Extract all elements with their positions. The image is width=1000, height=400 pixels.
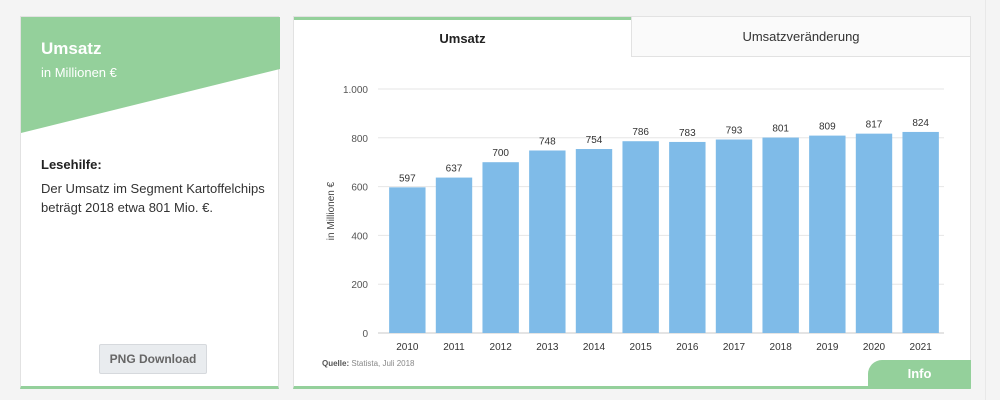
bar-value-label: 754	[586, 135, 603, 146]
bar	[902, 131, 939, 333]
bar	[529, 150, 566, 333]
bar	[762, 137, 799, 333]
bar	[575, 149, 613, 333]
bar	[669, 141, 706, 333]
reading-help-text: Der Umsatz im Segment Kartoffelchips bet…	[41, 181, 265, 215]
x-tick-label: 2017	[723, 342, 746, 353]
y-tick-label: 400	[351, 231, 368, 242]
x-tick-label: 2011	[443, 342, 465, 353]
bar-chart: 0 200 400 600 800 1.000 in Millionen € 597 2010 6…	[326, 85, 944, 353]
bar-value-label: 824	[912, 118, 929, 129]
y-tick-label: 1.000	[343, 85, 368, 96]
bar	[482, 162, 519, 333]
source-note: Quelle: Statista, Juli 2018	[322, 359, 415, 368]
bar	[809, 135, 846, 333]
bar-value-label: 783	[679, 128, 696, 139]
x-tick-label: 2015	[630, 342, 653, 353]
x-tick-label: 2016	[676, 342, 699, 353]
y-tick-label: 200	[351, 280, 368, 291]
x-tick-label: 2019	[816, 342, 839, 353]
bar	[435, 177, 473, 333]
panel-title: Umsatz	[41, 39, 102, 58]
bar-value-label: 700	[492, 148, 509, 159]
y-tick-label: 800	[351, 134, 368, 145]
page-edge	[985, 0, 1000, 400]
bar-value-label: 793	[726, 126, 743, 137]
x-tick-label: 2020	[863, 342, 886, 353]
chart-card: Umsatz Umsatzveränderung 0 200 400 600 800 1.…	[293, 16, 971, 389]
bar-value-label: 597	[399, 173, 416, 184]
y-axis-title: in Millionen €	[326, 181, 337, 240]
bar-value-label: 748	[539, 136, 556, 147]
bar-value-label: 801	[772, 124, 789, 135]
info-button[interactable]: Info	[868, 360, 971, 388]
y-tick-label: 600	[351, 183, 368, 194]
bar-value-label: 637	[446, 164, 463, 175]
x-tick-label: 2013	[536, 342, 559, 353]
reading-help-title: Lesehilfe:	[41, 157, 102, 172]
x-tick-label: 2012	[490, 342, 513, 353]
y-tick-label: 0	[362, 329, 368, 340]
x-tick-label: 2014	[583, 342, 606, 353]
bar-value-label: 786	[632, 127, 649, 138]
x-tick-label: 2021	[910, 342, 933, 353]
x-tick-label: 2018	[770, 342, 793, 353]
bar-value-label: 809	[819, 122, 836, 133]
chart-info-panel: Umsatz in Millionen € Lesehilfe: Der Ums…	[20, 16, 280, 389]
source-text: Statista, Juli 2018	[351, 359, 415, 368]
x-tick-label: 2010	[396, 342, 419, 353]
bar	[715, 139, 753, 333]
bar	[622, 141, 659, 333]
bar	[389, 187, 426, 333]
bar	[855, 133, 893, 333]
panel-subtitle: in Millionen €	[41, 65, 117, 80]
source-label: Quelle:	[322, 359, 350, 368]
bar-value-label: 817	[866, 120, 883, 131]
png-download-button[interactable]: PNG Download	[99, 344, 207, 374]
